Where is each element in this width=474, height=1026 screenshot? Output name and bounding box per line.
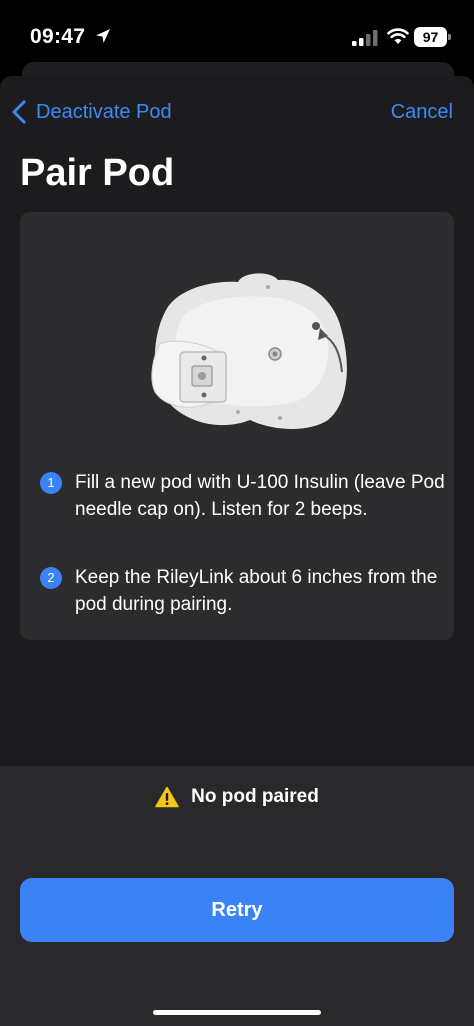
instruction-step-1: 1 Fill a new pod with U-100 Insulin (lea… [40, 469, 445, 523]
battery-icon: 97 [414, 27, 451, 47]
instructions-card: 1 Fill a new pod with U-100 Insulin (lea… [20, 212, 454, 640]
chevron-left-icon [12, 100, 26, 124]
warning-icon [155, 786, 179, 808]
step-number-badge: 1 [40, 472, 62, 494]
cancel-button[interactable]: Cancel [391, 96, 453, 128]
instruction-step-2: 2 Keep the RileyLink about 6 inches from… [40, 564, 445, 618]
back-button-label: Deactivate Pod [36, 100, 172, 123]
back-button[interactable]: Deactivate Pod [10, 96, 172, 128]
pairing-status: No pod paired [0, 786, 474, 808]
battery-level: 97 [422, 29, 439, 45]
page-title: Pair Pod [20, 152, 175, 194]
step-text: Fill a new pod with U-100 Insulin (leave… [75, 472, 445, 520]
status-time: 09:47 [30, 25, 86, 48]
location-arrow-icon [96, 29, 110, 43]
home-indicator[interactable] [153, 1010, 321, 1015]
status-bar: 09:47 97 [0, 0, 474, 64]
pod-illustration [151, 273, 347, 429]
status-text: No pod paired [191, 786, 319, 807]
retry-button[interactable]: Retry [20, 878, 454, 942]
cellular-signal-icon [352, 30, 378, 46]
step-text: Keep the RileyLink about 6 inches from t… [75, 567, 438, 615]
step-number-badge: 2 [40, 567, 62, 589]
wifi-icon [387, 28, 409, 44]
